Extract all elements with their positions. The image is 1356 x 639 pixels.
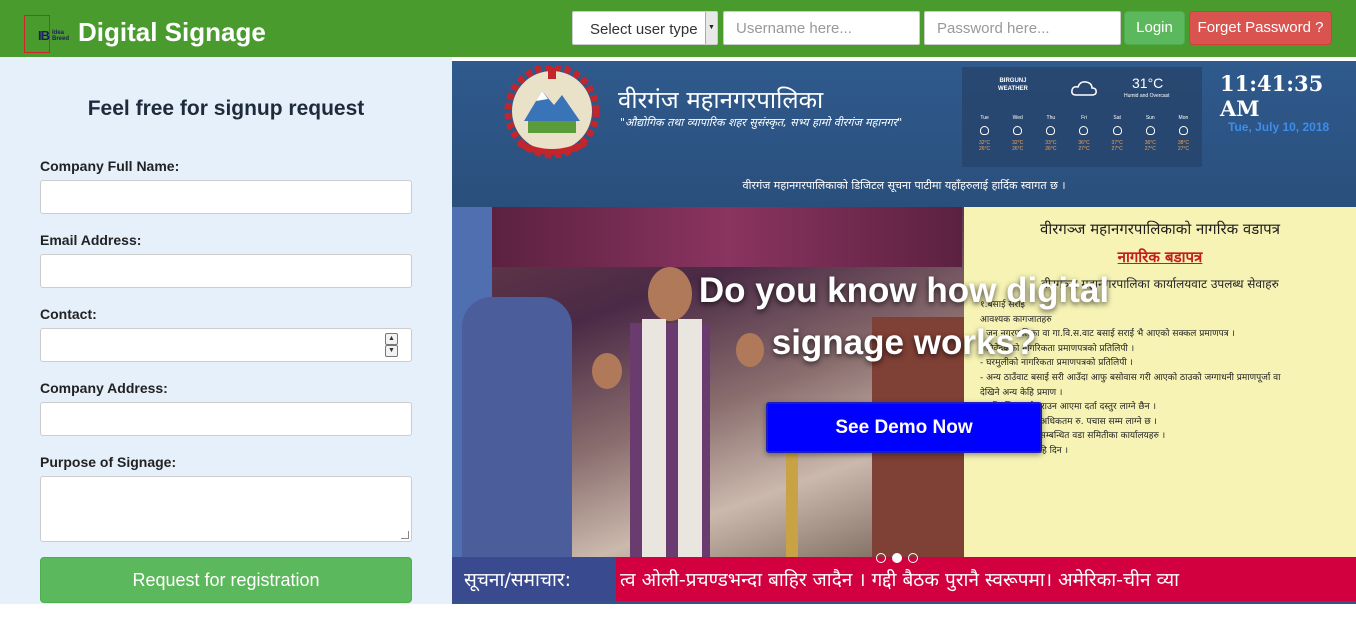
company-name-input[interactable] <box>40 180 412 214</box>
forecast-low: 26°C <box>1045 146 1057 152</box>
forecast-day-name: Tue <box>980 115 989 121</box>
photo-figure <box>462 297 572 557</box>
company-address-input[interactable] <box>40 402 412 436</box>
weather-label: WEATHER <box>998 86 1028 92</box>
forecast-day-name: Wed <box>1012 115 1023 121</box>
forecast-low: 26°C <box>1012 146 1024 152</box>
resize-handle-icon[interactable] <box>401 531 409 539</box>
weather-city: BIRGUNJ WEATHER <box>998 77 1028 93</box>
carousel-heading: Do you know how digital signage works? <box>698 271 1110 362</box>
user-type-label: Select user type <box>590 21 698 38</box>
forecast-day: Sun 36°C 27°C <box>1134 115 1167 152</box>
forecast-day: Sat 37°C 27°C <box>1101 115 1134 152</box>
forecast-low: 26°C <box>978 146 991 152</box>
notice-item: - अन्य ठाउँवाट बसाई सरी आउँदा आफु बसोवास… <box>980 372 1281 383</box>
rain-icon <box>1013 126 1023 135</box>
username-input[interactable] <box>723 11 920 45</box>
weather-city-name: BIRGUNJ <box>999 78 1027 84</box>
forecast-low: 27°C <box>1177 146 1189 152</box>
password-input[interactable] <box>924 11 1121 45</box>
municipality-tagline: "औद्योगिक तथा व्यापारिक शहर सुसंस्कृत, स… <box>620 116 903 129</box>
forecast-low: 27°C <box>1111 146 1123 152</box>
request-registration-button[interactable]: Request for registration <box>40 557 412 603</box>
signup-title: Feel free for signup request <box>87 97 365 120</box>
contact-input[interactable]: ▲ ▼ <box>40 328 412 362</box>
photo-face <box>592 353 622 389</box>
rain-icon <box>1079 126 1089 135</box>
chevron-down-icon[interactable]: ▼ <box>385 345 398 357</box>
weather-condition: Humid and Overcast <box>1124 93 1170 99</box>
brand-title[interactable]: Digital Signage <box>78 17 266 48</box>
carousel-indicators <box>876 553 918 563</box>
ticker-text: त्व ओली-प्रचण्डभन्दा बाहिर जादैन । गद्दी… <box>620 569 1180 591</box>
logo-text: IB <box>38 28 50 43</box>
ticker-label: सूचना/समाचार: <box>452 557 616 601</box>
user-type-select[interactable]: Select user type ▼ <box>572 11 718 45</box>
top-navbar: IB Idea Breed Digital Signage Select use… <box>0 0 1356 57</box>
rain-icon <box>1046 126 1056 135</box>
forecast-day-name: Sun <box>1145 115 1155 121</box>
event-photo <box>452 207 964 557</box>
notice-title: वीरगञ्ज महानगरपालिकाको नागरिक वडापत्र <box>1040 220 1280 238</box>
logo-small-text: Idea Breed <box>52 30 70 42</box>
signage-carousel[interactable]: वीरगंज महानगरपालिका "औद्योगिक तथा व्यापा… <box>452 61 1356 604</box>
rain-icon <box>1145 126 1155 135</box>
forecast-day: Tue 32°C 26°C <box>968 115 1001 152</box>
purpose-textarea[interactable] <box>40 476 412 542</box>
welcome-message: वीरगंज महानगरपालिकाको डिजिटल सूचना पाटीम… <box>742 179 1066 192</box>
see-demo-button[interactable]: See Demo Now <box>766 402 1042 453</box>
chevron-down-icon[interactable]: ▼ <box>705 12 717 44</box>
notice-subtitle: नागरिक बडापत्र <box>1117 248 1203 266</box>
forecast-day: Thu 33°C 26°C <box>1034 115 1067 152</box>
carousel-dot[interactable] <box>908 553 918 563</box>
forecast-day-name: Fri <box>1081 115 1087 121</box>
weather-forecast: Tue 32°C 26°C Wed 32°C 26°C Thu 33°C 26°C Fri 3… <box>968 115 1200 152</box>
rain-icon <box>1178 126 1188 135</box>
company-address-label: Company Address: <box>40 380 168 396</box>
clock-display: 11:41:35 AM <box>1220 71 1324 121</box>
email-input[interactable] <box>40 254 412 288</box>
login-button[interactable]: Login <box>1124 11 1185 45</box>
municipality-title: वीरगंज महानगरपालिका <box>618 86 824 114</box>
municipality-emblem-icon <box>504 65 600 159</box>
weather-widget: BIRGUNJ WEATHER 31°C Humid and Overcast … <box>962 67 1202 167</box>
contact-stepper[interactable]: ▲ ▼ <box>385 333 398 357</box>
citizen-charter-notice: वीरगञ्ज महानगरपालिकाको नागरिक वडापत्र ना… <box>964 207 1356 557</box>
chevron-up-icon[interactable]: ▲ <box>385 333 398 345</box>
carousel-dot-active[interactable] <box>892 553 902 563</box>
municipality-banner: वीरगंज महानगरपालिका "औद्योगिक तथा व्यापा… <box>452 61 1356 207</box>
company-logo[interactable]: IB Idea Breed <box>24 15 72 53</box>
notice-item: देखिने अन्य केहि प्रमाण । <box>980 387 1063 398</box>
forecast-day: Wed 32°C 26°C <box>1001 115 1034 152</box>
email-label: Email Address: <box>40 232 142 248</box>
forecast-day-name: Mon <box>1178 115 1189 121</box>
news-ticker: त्व ओली-प्रचण्डभन्दा बाहिर जादैन । गद्दी… <box>452 557 1356 601</box>
stage-curtain <box>492 207 962 267</box>
forecast-day-name: Thu <box>1046 115 1056 121</box>
purpose-label: Purpose of Signage: <box>40 454 177 470</box>
forecast-low: 27°C <box>1144 146 1156 152</box>
date-display: Tue, July 10, 2018 <box>1228 120 1330 134</box>
cloud-icon <box>1071 81 1097 96</box>
forecast-low: 27°C <box>1078 146 1090 152</box>
forecast-day: Fri 36°C 27°C <box>1067 115 1100 152</box>
rain-icon <box>980 126 990 135</box>
rain-icon <box>1112 126 1122 135</box>
forecast-day: Mon 38°C 27°C <box>1167 115 1200 152</box>
carousel-dot[interactable] <box>876 553 886 563</box>
forget-password-button[interactable]: Forget Password ? <box>1189 11 1332 45</box>
signup-panel: Feel free for signup request Company Ful… <box>0 57 452 604</box>
weather-temperature: 31°C <box>1132 75 1164 91</box>
forecast-day-name: Sat <box>1113 115 1121 121</box>
company-name-label: Company Full Name: <box>40 158 180 174</box>
contact-label: Contact: <box>40 306 97 322</box>
